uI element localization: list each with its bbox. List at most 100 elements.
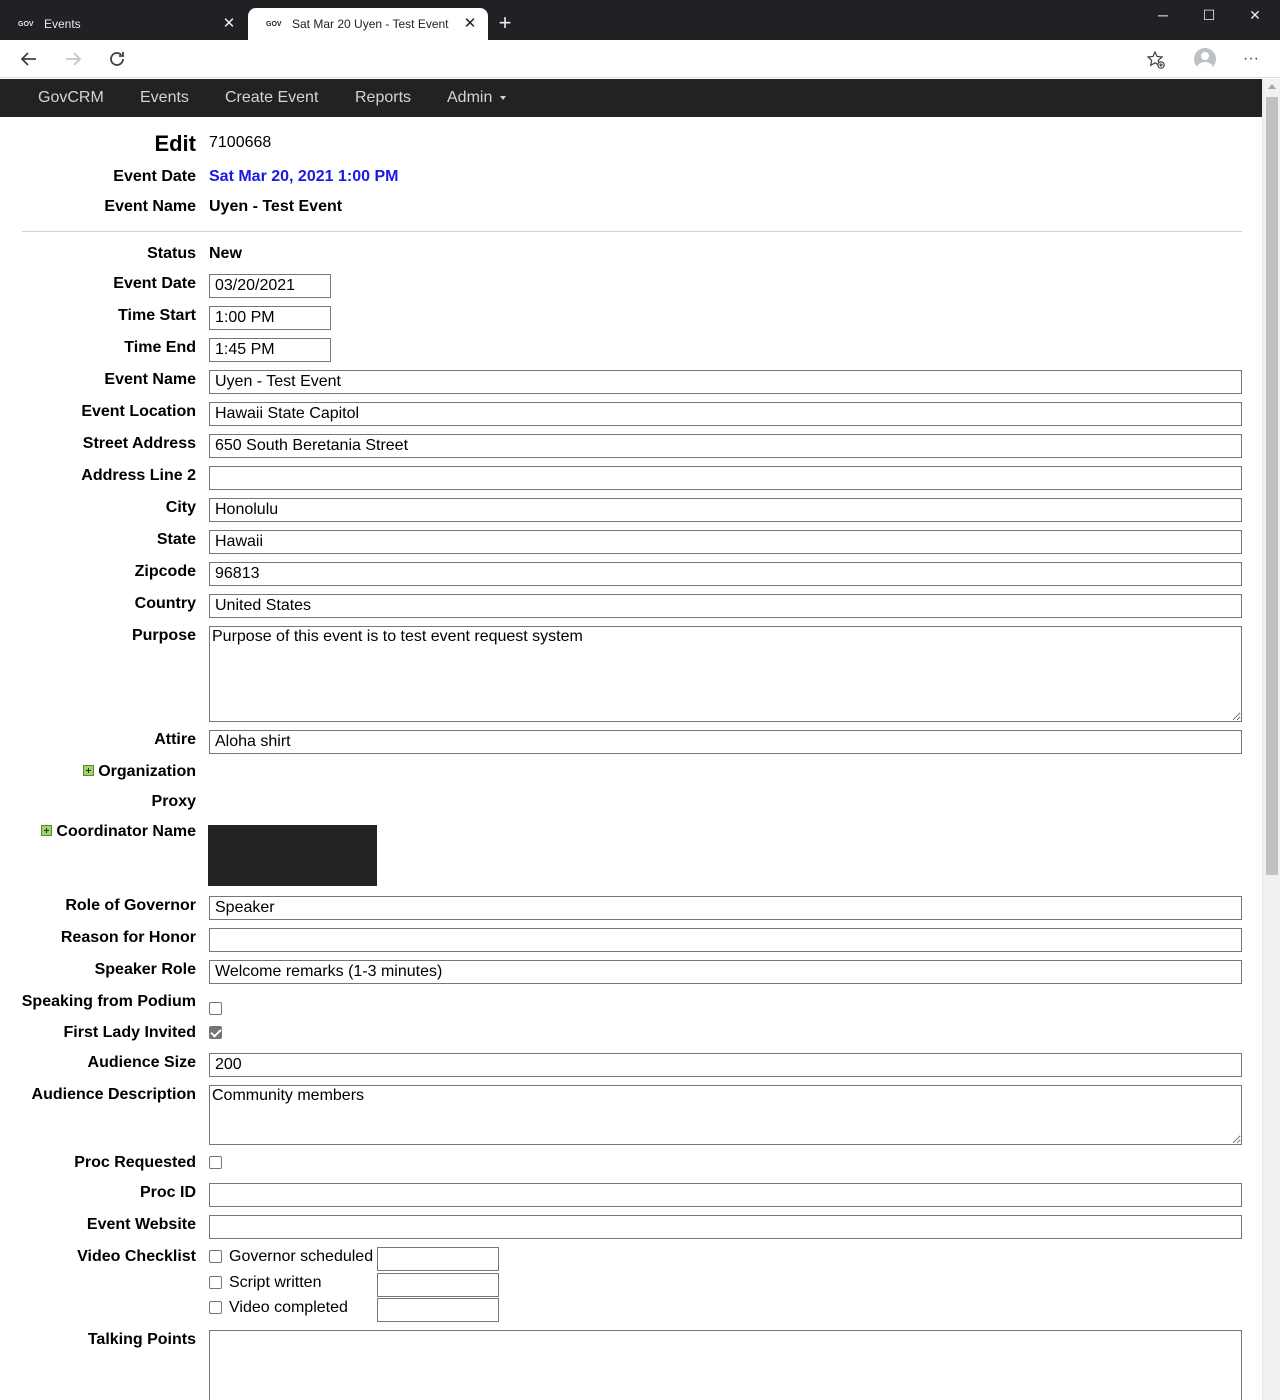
governor-scheduled-input[interactable] [377, 1247, 499, 1271]
audience-size-label: Audience Size [87, 1054, 196, 1071]
event-date-label: Event Date [113, 275, 196, 292]
purpose-textarea[interactable]: Purpose of this event is to test event r… [209, 626, 1242, 722]
city-input[interactable] [209, 498, 1242, 522]
event-website-input[interactable] [209, 1215, 1242, 1239]
street-address-label: Street Address [82, 435, 196, 452]
talking-points-textarea[interactable] [209, 1330, 1242, 1400]
attire-label: Attire [154, 731, 196, 748]
expand-plus-icon[interactable] [41, 825, 53, 836]
time-start-label: Time Start [118, 307, 196, 324]
close-tab-icon[interactable]: ✕ [219, 14, 239, 34]
proc-id-input[interactable] [209, 1183, 1242, 1207]
close-window-icon[interactable]: ✕ [1232, 2, 1278, 28]
coordinator-toggle[interactable]: Coordinator Name [41, 823, 196, 841]
talking-points-label: Talking Points [87, 1331, 196, 1348]
role-governor-input[interactable] [209, 896, 1242, 920]
redacted-coordinator-block [208, 825, 377, 886]
caret-down-icon [500, 95, 507, 100]
close-tab-icon[interactable]: ✕ [460, 14, 480, 34]
time-end-input[interactable] [209, 338, 331, 362]
address-line2-label: Address Line 2 [81, 467, 196, 484]
expand-plus-icon[interactable] [83, 765, 95, 776]
browser-tab-event-detail[interactable]: GOV Sat Mar 20 Uyen - Test Event ✕ [248, 8, 488, 40]
video-checklist-label: Video Checklist [77, 1248, 196, 1265]
navbar-brand[interactable]: GovCRM [38, 79, 104, 117]
nav-item-reports[interactable]: Reports [355, 79, 411, 117]
gov-favicon-icon: GOV [266, 20, 282, 28]
header-event-date-link[interactable]: Sat Mar 20, 2021 1:00 PM [209, 168, 398, 186]
nav-item-events[interactable]: Events [140, 79, 189, 117]
state-input[interactable] [209, 530, 1242, 554]
coordinator-label: Coordinator Name [56, 823, 196, 840]
country-label: Country [134, 595, 196, 612]
scrollbar-thumb[interactable] [1266, 97, 1278, 875]
zipcode-label: Zipcode [134, 563, 196, 580]
status-value: New [209, 245, 242, 262]
address-line2-input[interactable] [209, 466, 1242, 490]
status-label: Status [147, 245, 196, 262]
gov-favicon-icon: GOV [18, 20, 34, 28]
header-event-date-label: Event Date [113, 168, 196, 185]
proc-requested-label: Proc Requested [74, 1154, 196, 1171]
event-name-input[interactable] [209, 370, 1242, 394]
speaker-role-input[interactable] [209, 960, 1242, 984]
event-id: 7100668 [209, 134, 272, 151]
script-written-checkbox[interactable] [209, 1276, 222, 1289]
reason-honor-label: Reason for Honor [60, 929, 196, 946]
proxy-label: Proxy [151, 793, 196, 810]
governor-scheduled-checkbox[interactable] [209, 1250, 222, 1263]
reason-honor-input[interactable] [209, 928, 1242, 952]
speaker-role-label: Speaker Role [94, 961, 196, 978]
add-favorite-star-icon[interactable] [1146, 50, 1166, 70]
city-label: City [165, 499, 196, 516]
script-written-input[interactable] [377, 1273, 499, 1297]
nav-item-create-event[interactable]: Create Event [225, 79, 318, 117]
zipcode-input[interactable] [209, 562, 1242, 586]
governor-scheduled-label: Governor scheduled [229, 1248, 374, 1265]
time-end-label: Time End [124, 339, 196, 356]
forward-arrow-icon[interactable] [58, 44, 88, 74]
organization-toggle[interactable]: Organization [83, 763, 196, 781]
street-address-input[interactable] [209, 434, 1242, 458]
browser-tab-bar: GOV Events ✕ GOV Sat Mar 20 Uyen - Test … [0, 0, 1280, 40]
audience-desc-textarea[interactable]: Community members [209, 1085, 1242, 1145]
attire-input[interactable] [209, 730, 1242, 754]
speaking-podium-checkbox[interactable] [209, 1002, 222, 1015]
country-input[interactable] [209, 594, 1242, 618]
more-menu-icon[interactable]: ··· [1238, 44, 1264, 74]
video-completed-label: Video completed [229, 1299, 348, 1316]
scroll-up-arrow-icon[interactable] [1268, 84, 1276, 89]
event-location-input[interactable] [209, 402, 1242, 426]
profile-avatar-icon[interactable] [1194, 48, 1216, 70]
audience-size-input[interactable] [209, 1053, 1242, 1077]
app-navbar: GovCRM Events Create Event Reports Admin [0, 79, 1262, 117]
speaking-podium-label: Speaking from Podium [21, 993, 196, 1010]
proc-id-label: Proc ID [139, 1184, 196, 1201]
header-event-name-label: Event Name [104, 198, 196, 215]
first-lady-checkbox[interactable] [209, 1026, 222, 1039]
purpose-label: Purpose [131, 627, 196, 644]
edit-heading: Edit [154, 131, 196, 156]
new-tab-icon[interactable]: + [492, 10, 518, 36]
browser-tab-events[interactable]: GOV Events ✕ [0, 8, 247, 40]
video-completed-input[interactable] [377, 1298, 499, 1322]
role-governor-label: Role of Governor [65, 897, 196, 914]
address-bar[interactable] [145, 44, 1175, 74]
reload-icon[interactable] [102, 44, 132, 74]
vertical-scrollbar[interactable] [1262, 79, 1280, 1400]
organization-label: Organization [98, 763, 196, 780]
event-date-input[interactable] [209, 274, 331, 298]
state-label: State [156, 531, 196, 548]
time-start-input[interactable] [209, 306, 331, 330]
script-written-label: Script written [229, 1274, 322, 1291]
nav-item-admin[interactable]: Admin [447, 79, 507, 117]
browser-toolbar: ··· [0, 40, 1280, 78]
minimize-icon[interactable]: ─ [1140, 2, 1186, 28]
first-lady-label: First Lady Invited [63, 1024, 196, 1041]
event-location-label: Event Location [81, 403, 196, 420]
maximize-icon[interactable]: ☐ [1186, 2, 1232, 28]
tab-title: Sat Mar 20 Uyen - Test Event [292, 17, 449, 31]
video-completed-checkbox[interactable] [209, 1301, 222, 1314]
back-arrow-icon[interactable] [14, 44, 44, 74]
proc-requested-checkbox[interactable] [209, 1156, 222, 1169]
